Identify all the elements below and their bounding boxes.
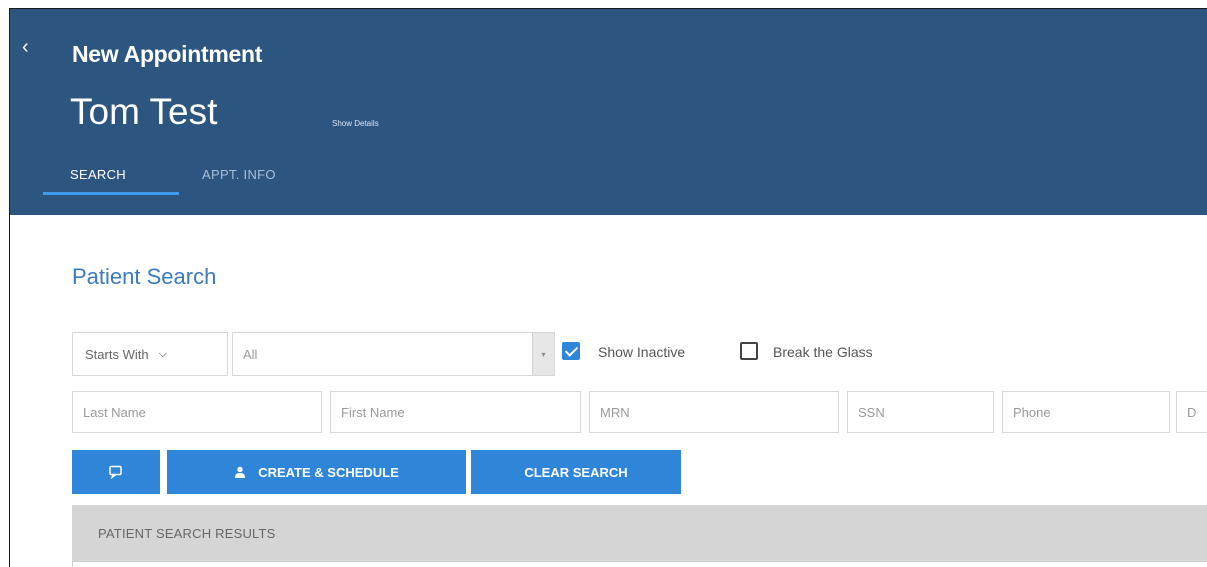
match-mode-value: Starts With — [85, 346, 149, 362]
scope-value: All — [243, 346, 258, 362]
search-icon — [109, 465, 123, 479]
create-and-schedule-label: CREATE & SCHEDULE — [258, 464, 399, 480]
phone-placeholder: Phone — [1013, 404, 1051, 420]
section-title: Patient Search — [72, 264, 217, 289]
dob-placeholder: D — [1187, 404, 1197, 420]
clear-search-label: CLEAR SEARCH — [524, 464, 628, 480]
break-the-glass-label: Break the Glass — [773, 344, 873, 360]
phone-field[interactable]: Phone — [1002, 391, 1170, 433]
chevron-down-icon: ⌵ — [158, 347, 167, 360]
mrn-placeholder: MRN — [600, 404, 630, 420]
scope-combobox[interactable]: All ▾ — [232, 332, 555, 376]
page-title: New Appointment — [72, 41, 263, 67]
show-details-link[interactable]: Show Details — [332, 119, 379, 128]
create-and-schedule-button[interactable]: CREATE & SCHEDULE — [167, 450, 466, 494]
ssn-field[interactable]: SSN — [847, 391, 994, 433]
match-mode-select[interactable]: Starts With ⌵ — [72, 332, 228, 376]
results-list — [72, 561, 1207, 567]
last-name-field[interactable]: Last Name — [72, 391, 322, 433]
active-tab-indicator — [43, 192, 179, 195]
results-header-label: PATIENT SEARCH RESULTS — [98, 525, 276, 541]
first-name-placeholder: First Name — [341, 404, 405, 420]
page-header: ‹ New Appointment Tom Test Show Details … — [10, 9, 1207, 215]
break-the-glass-checkbox[interactable] — [740, 342, 758, 360]
ssn-placeholder: SSN — [858, 404, 885, 420]
back-chevron-icon[interactable]: ‹ — [22, 37, 36, 57]
app-frame: ‹ New Appointment Tom Test Show Details … — [9, 8, 1207, 567]
clear-search-button[interactable]: CLEAR SEARCH — [471, 450, 681, 494]
first-name-field[interactable]: First Name — [330, 391, 581, 433]
dropdown-arrow-icon[interactable]: ▾ — [532, 333, 554, 375]
mrn-field[interactable]: MRN — [589, 391, 839, 433]
user-icon — [234, 466, 246, 478]
search-button[interactable] — [72, 450, 160, 494]
patient-search-results-header: PATIENT SEARCH RESULTS — [72, 505, 1207, 561]
show-inactive-label: Show Inactive — [598, 344, 686, 360]
show-inactive-checkbox[interactable] — [562, 342, 580, 360]
dob-field[interactable]: D — [1176, 391, 1207, 433]
last-name-placeholder: Last Name — [83, 404, 146, 420]
tab-search[interactable]: SEARCH — [70, 167, 126, 182]
patient-name: Tom Test — [70, 91, 218, 132]
tab-appt-info[interactable]: APPT. INFO — [202, 167, 276, 182]
